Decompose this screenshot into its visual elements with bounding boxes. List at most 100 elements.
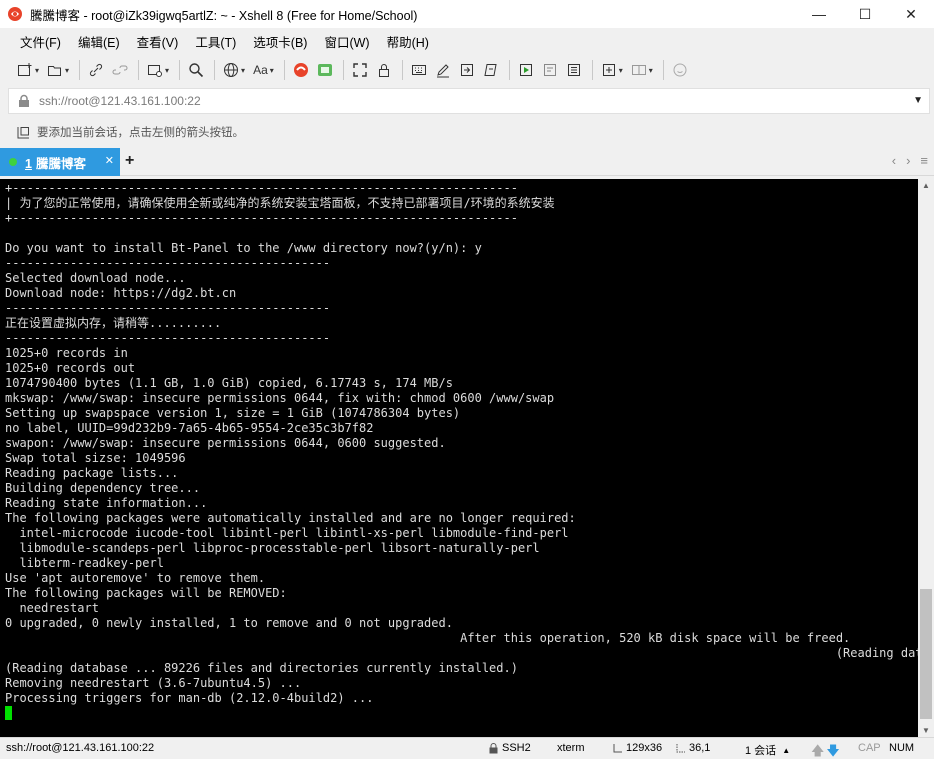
globe-icon — [224, 63, 239, 77]
tab-number: 1 — [25, 156, 32, 171]
menu-bar: 文件(F) 编辑(E) 查看(V) 工具(T) 选项卡(B) 窗口(W) 帮助(… — [0, 28, 934, 54]
chat-icon — [673, 63, 687, 77]
terminal-line: (Reading data — [5, 646, 918, 660]
address-input[interactable] — [39, 94, 899, 108]
log-button[interactable] — [563, 58, 585, 82]
status-protocol-label: SSH2 — [502, 742, 531, 754]
tab-label: 1 騰騰博客 — [25, 153, 86, 172]
lock-button[interactable] — [373, 58, 395, 82]
status-sessions[interactable]: 1 会话 ▲ — [745, 742, 790, 758]
minimize-button[interactable]: — — [796, 0, 842, 28]
menu-tools[interactable]: 工具(T) — [189, 32, 242, 51]
terminal-line: swapon: /www/swap: insecure permissions … — [5, 436, 446, 450]
terminal-line: Setting up swapspace version 1, size = 1… — [5, 406, 461, 420]
menu-file[interactable]: 文件(F) — [14, 32, 67, 51]
compose-button[interactable] — [539, 58, 561, 82]
chat-button[interactable] — [669, 58, 691, 82]
terminal-line: Removing needrestart (3.6-7ubuntu4.5) ..… — [5, 676, 302, 690]
terminal-line: 1074790400 bytes (1.1 GB, 1.0 GiB) copie… — [5, 376, 453, 390]
xftp-button[interactable] — [314, 58, 336, 82]
terminal-line: The following packages were automaticall… — [5, 511, 576, 525]
terminal-line: mkswap: /www/swap: insecure permissions … — [5, 391, 555, 405]
close-button[interactable]: ✕ — [888, 0, 934, 28]
menu-view[interactable]: 查看(V) — [131, 32, 185, 51]
scroll-down-arrow-icon[interactable]: ▼ — [918, 726, 934, 735]
xshell-app-icon — [7, 6, 23, 22]
terminal-line: (Reading database ... 89226 files and di… — [5, 661, 518, 675]
maximize-button[interactable]: ☐ — [842, 0, 888, 28]
lock-icon — [19, 94, 29, 107]
disconnect-button[interactable] — [109, 58, 131, 82]
send-icon — [519, 64, 532, 76]
status-num: NUM — [889, 742, 915, 754]
tab-menu-button[interactable]: ≡ — [920, 153, 928, 168]
terminal-line: ----------------------------------------… — [5, 301, 331, 315]
find-button[interactable] — [185, 58, 207, 82]
font-button[interactable]: Aa ▾ — [250, 58, 277, 82]
encoding-button[interactable]: ▾ — [220, 58, 248, 82]
terminal-line: | 为了您的正常使用，请确保使用全新或纯净的系统安装宝塔面板，不支持已部署项目/… — [5, 196, 555, 210]
chevron-down-icon: ▾ — [165, 65, 170, 75]
session-hint-text: 要添加当前会话，点击左侧的箭头按钮。 — [37, 127, 244, 139]
chevron-up-icon: ▲ — [782, 745, 791, 755]
terminal-line: libmodule-scandeps-perl libproc-processt… — [5, 541, 540, 555]
chevron-down-icon: ▾ — [241, 65, 246, 75]
layout-button[interactable]: ▾ — [628, 58, 656, 82]
scroll-up-arrow-icon[interactable]: ▲ — [918, 181, 934, 190]
tab-session-1[interactable]: 1 騰騰博客 ✕ — [0, 148, 120, 176]
reconnect-button[interactable] — [85, 58, 107, 82]
xftp-icon — [317, 64, 332, 76]
transfer-status: 🡅 🡇 — [811, 742, 840, 759]
new-tab-button[interactable]: ▾ — [598, 58, 626, 82]
chevron-down-icon: ▾ — [65, 65, 70, 75]
add-box-icon — [602, 64, 615, 76]
fullscreen-button[interactable] — [349, 58, 371, 82]
title-bar: 騰騰博客 - root@iZk39igwq5artlZ: ~ - Xshell … — [0, 0, 934, 28]
xshell-icon — [293, 63, 308, 77]
terminal-line: +---------------------------------------… — [5, 211, 518, 225]
scrollbar-thumb[interactable] — [920, 589, 932, 719]
xshell-button[interactable] — [290, 58, 312, 82]
terminal-line: After this operation, 520 kB disk space … — [5, 631, 851, 645]
fullscreen-icon — [353, 63, 367, 77]
quick-command-button[interactable] — [480, 58, 502, 82]
status-sessions-label: 1 会话 — [745, 745, 777, 757]
add-session-arrow-icon[interactable] — [16, 125, 31, 140]
tab-title: 騰騰博客 — [35, 156, 86, 171]
status-position-label: 36,1 — [689, 742, 711, 754]
toolbar-separator — [401, 60, 403, 80]
keyboard-button[interactable] — [408, 58, 430, 82]
address-dropdown-icon[interactable]: ▼ — [913, 95, 923, 106]
add-tab-button[interactable]: + — [125, 152, 134, 170]
terminal-scrollbar[interactable]: ▲ ▼ — [918, 179, 934, 737]
tab-next-button[interactable]: › — [906, 153, 910, 168]
tab-prev-button[interactable]: ‹ — [892, 153, 896, 168]
menu-tabs[interactable]: 选项卡(B) — [247, 32, 313, 51]
tab-close-icon[interactable]: ✕ — [105, 154, 114, 167]
script-button[interactable] — [456, 58, 478, 82]
terminal-line: no label, UUID=99d232b9-7a65-4b65-9554-2… — [5, 421, 374, 435]
terminal-line: Use 'apt autoremove' to remove them. — [5, 571, 266, 585]
terminal-line: Do you want to install Bt-Panel to the /… — [5, 241, 482, 255]
unlink-icon — [112, 65, 128, 75]
toolbar-separator — [283, 60, 285, 80]
window-title: 騰騰博客 - root@iZk39igwq5artlZ: ~ - Xshell … — [30, 8, 418, 23]
chevron-down-icon: ▾ — [618, 65, 623, 75]
edit-box-icon — [484, 64, 497, 76]
menu-edit[interactable]: 编辑(E) — [72, 32, 126, 51]
menu-window[interactable]: 窗口(W) — [318, 32, 375, 51]
resize-icon — [613, 744, 622, 753]
status-bar: ssh://root@121.43.161.100:22 SSH2 xterm … — [0, 737, 934, 759]
menu-help[interactable]: 帮助(H) — [381, 32, 435, 51]
pen-icon — [436, 64, 449, 78]
properties-button[interactable]: ▾ — [144, 58, 172, 82]
terminal-area[interactable]: +---------------------------------------… — [0, 179, 918, 737]
highlight-button[interactable] — [432, 58, 454, 82]
folder-open-icon — [48, 66, 62, 76]
send-button[interactable] — [515, 58, 537, 82]
chevron-down-icon: ▾ — [648, 65, 653, 75]
status-terminal-type: xterm — [557, 742, 585, 754]
new-session-button[interactable]: ▾ — [14, 58, 42, 82]
open-session-button[interactable]: ▾ — [44, 58, 72, 82]
